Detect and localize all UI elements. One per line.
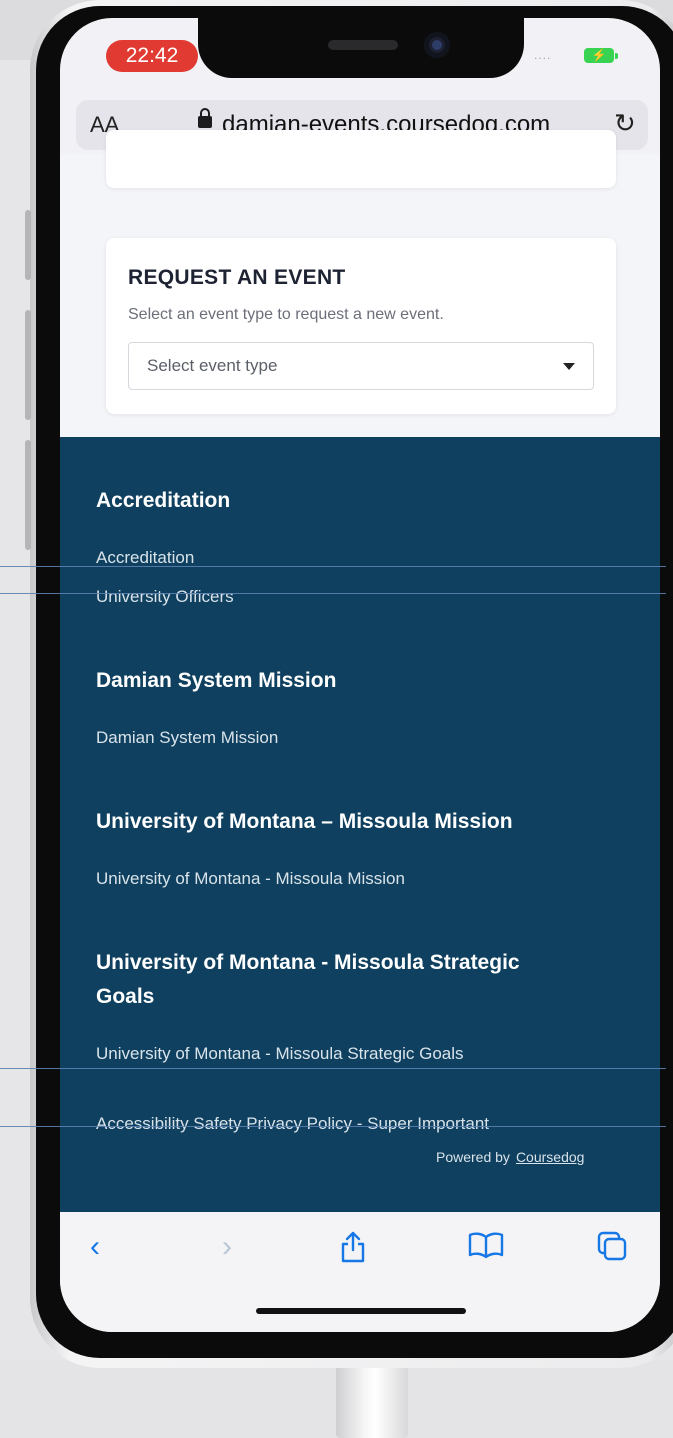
event-type-select[interactable]: Select event type xyxy=(128,342,594,390)
footer-link[interactable]: Damian System Mission xyxy=(96,728,278,748)
phone-button xyxy=(25,310,31,420)
bookmarks-icon[interactable] xyxy=(468,1230,504,1268)
notch xyxy=(198,18,524,78)
site-footer: Accreditation Accreditation University O… xyxy=(60,437,660,1212)
annotation-line xyxy=(0,593,666,594)
phone-button xyxy=(25,440,31,550)
charging-cable xyxy=(336,1360,408,1438)
lock-icon xyxy=(198,108,212,128)
footer-heading: University of Montana - Missoula Strateg… xyxy=(96,951,520,974)
coursedog-link[interactable]: Coursedog xyxy=(516,1149,585,1165)
request-event-subtitle: Select an event type to request a new ev… xyxy=(128,306,444,323)
request-event-card: REQUEST AN EVENT Select an event type to… xyxy=(106,238,616,414)
phone-screen: 22:42 .... ⚡ AA damian-events.coursedog.… xyxy=(60,18,660,1332)
caret-down-icon xyxy=(563,363,575,370)
footer-link[interactable]: University of Montana - Missoula Mission xyxy=(96,869,405,889)
safari-toolbar: ‹ › xyxy=(60,1212,660,1332)
battery-icon: ⚡ xyxy=(584,48,618,63)
footer-link[interactable]: University Officers xyxy=(96,587,234,607)
tabs-icon[interactable] xyxy=(596,1230,628,1270)
speaker xyxy=(328,40,398,50)
request-event-title: REQUEST AN EVENT xyxy=(128,266,346,289)
signal-icon: .... xyxy=(534,48,552,62)
footer-heading: Damian System Mission xyxy=(96,669,337,692)
footer-heading-continued: Goals xyxy=(96,985,155,1008)
footer-link[interactable]: Accreditation xyxy=(96,548,194,568)
reload-icon[interactable]: ↻ xyxy=(614,108,636,139)
annotation-line xyxy=(0,1126,666,1127)
status-time: 22:42 xyxy=(106,40,198,72)
previous-card xyxy=(106,130,616,188)
event-type-placeholder: Select event type xyxy=(147,356,278,375)
footer-heading: Accreditation xyxy=(96,489,231,512)
powered-by: Powered by Coursedog xyxy=(436,1149,585,1165)
web-page: REQUEST AN EVENT Select an event type to… xyxy=(60,130,660,1212)
front-camera xyxy=(424,32,450,58)
back-icon[interactable]: ‹ xyxy=(90,1230,100,1264)
footer-legal-links[interactable]: Accessibility Safety Privacy Policy - Su… xyxy=(96,1114,489,1134)
home-indicator xyxy=(256,1308,466,1314)
footer-link[interactable]: University of Montana - Missoula Strateg… xyxy=(96,1044,464,1064)
phone-button xyxy=(25,210,31,280)
annotation-line xyxy=(0,1068,666,1069)
share-icon[interactable] xyxy=(340,1230,366,1272)
forward-icon[interactable]: › xyxy=(222,1230,232,1264)
footer-heading: University of Montana – Missoula Mission xyxy=(96,810,513,833)
annotation-line xyxy=(0,566,666,567)
